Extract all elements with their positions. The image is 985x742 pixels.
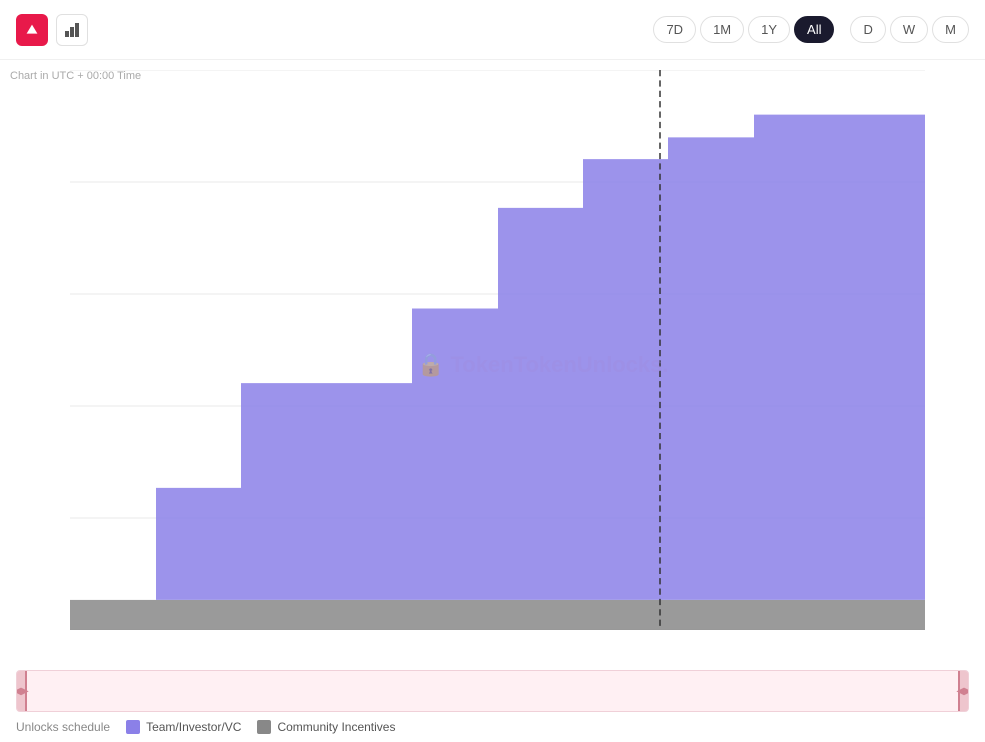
left-handle-arrows: ◀▶	[16, 686, 29, 697]
period-group: D W M	[850, 16, 969, 43]
time-btn-1m[interactable]: 1M	[700, 16, 744, 43]
bar-chart-icon[interactable]	[56, 14, 88, 46]
bar-chart-svg	[63, 21, 81, 39]
mini-map[interactable]: ◀▶ ◀▶	[16, 670, 969, 712]
mini-map-handle-right[interactable]: ◀▶	[958, 671, 968, 711]
right-handle-arrows: ◀▶	[956, 686, 969, 697]
legend-item-vc: Team/Investor/VC	[126, 720, 241, 734]
time-btn-all[interactable]: All	[794, 16, 834, 43]
time-btn-1y[interactable]: 1Y	[748, 16, 790, 43]
logo-icon	[16, 14, 48, 46]
chart-subtitle: Chart in UTC + 00:00 Time	[10, 70, 141, 82]
vc-label: Team/Investor/VC	[146, 720, 241, 734]
legend-item-community: Community Incentives	[257, 720, 395, 734]
community-label: Community Incentives	[277, 720, 395, 734]
community-swatch	[257, 720, 271, 734]
vc-swatch	[126, 720, 140, 734]
mini-map-handle-left[interactable]: ◀▶	[17, 671, 27, 711]
legend: Unlocks schedule Team/Investor/VC Commun…	[0, 712, 985, 742]
period-btn-m[interactable]: M	[932, 16, 969, 43]
legend-title: Unlocks schedule	[16, 720, 110, 734]
period-btn-d[interactable]: D	[850, 16, 885, 43]
chart-container: Chart in UTC + 00:00 Time 🔒 TokenTokenUn…	[0, 60, 985, 670]
top-bar: 7D 1M 1Y All D W M	[0, 0, 985, 60]
period-btn-w[interactable]: W	[890, 16, 928, 43]
time-filter-group: 7D 1M 1Y All	[653, 16, 834, 43]
time-btn-7d[interactable]: 7D	[653, 16, 696, 43]
logo-svg	[23, 21, 41, 39]
chart-svg: 1.50b 1.20b 900m 600m 300m 0 Today 01 Ja…	[70, 70, 925, 630]
logo-area	[16, 14, 88, 46]
